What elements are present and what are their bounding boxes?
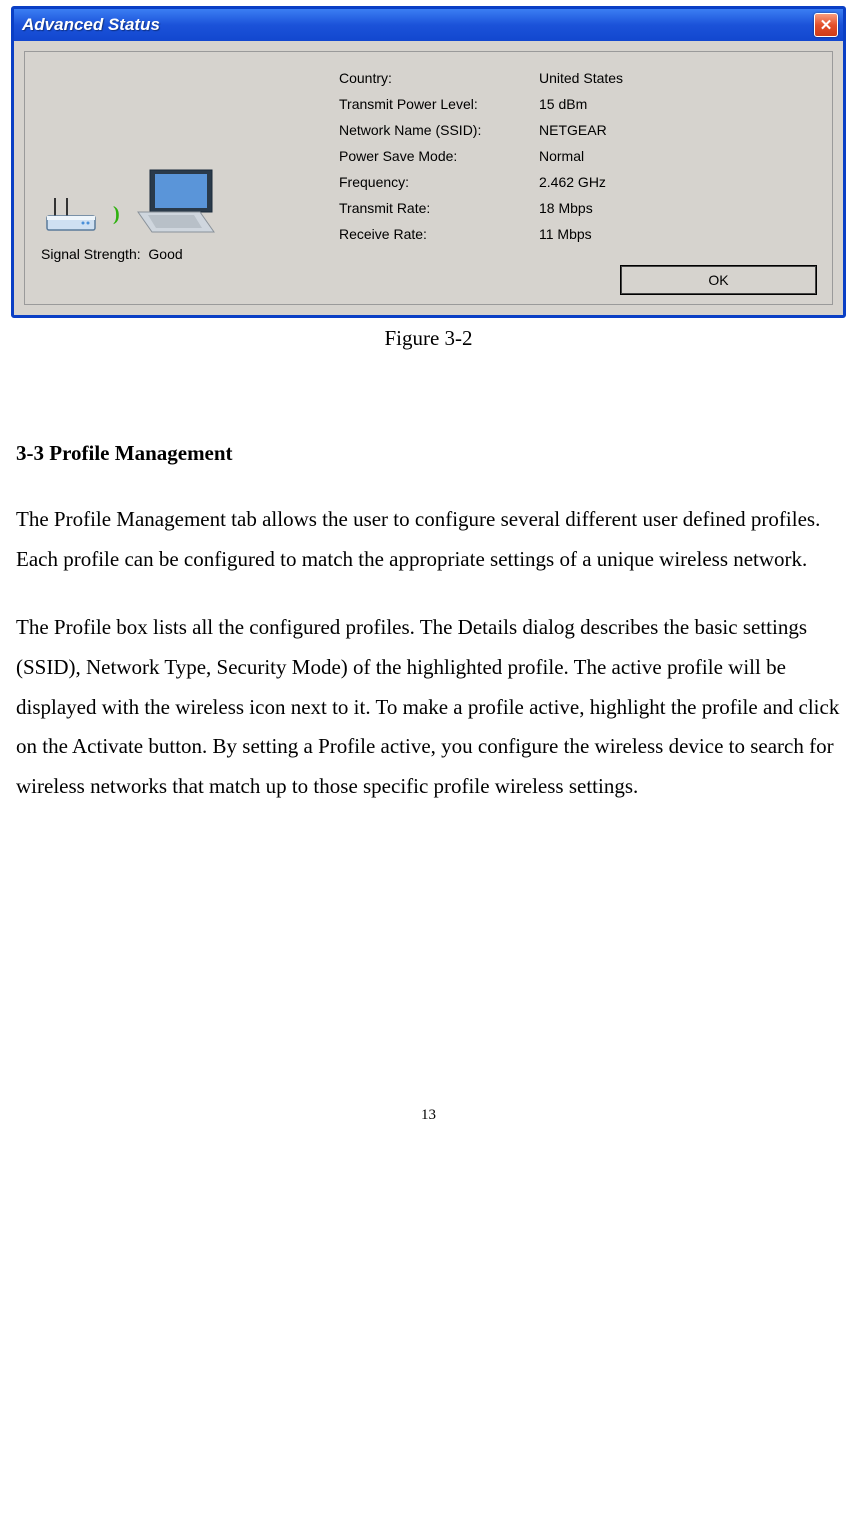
router-icon bbox=[43, 194, 103, 236]
detail-label: Transmit Power Level: bbox=[339, 96, 539, 112]
signal-arcs-icon: ) bbox=[113, 204, 120, 224]
close-icon: ✕ bbox=[820, 16, 833, 34]
detail-value: 18 Mbps bbox=[539, 200, 593, 216]
close-button[interactable]: ✕ bbox=[814, 13, 838, 37]
detail-value: United States bbox=[539, 70, 623, 86]
dialog-body: ) Signal Strength: Good bbox=[14, 41, 843, 315]
page-number: 13 bbox=[10, 1107, 847, 1124]
body-paragraph: The Profile Management tab allows the us… bbox=[16, 500, 841, 580]
inner-panel: ) Signal Strength: Good bbox=[24, 51, 833, 305]
detail-value: 11 Mbps bbox=[539, 226, 592, 242]
wireless-illustration: ) bbox=[39, 166, 319, 236]
detail-row: Power Save Mode:Normal bbox=[339, 148, 818, 164]
detail-label: Transmit Rate: bbox=[339, 200, 539, 216]
detail-label: Power Save Mode: bbox=[339, 148, 539, 164]
detail-value: Normal bbox=[539, 148, 584, 164]
detail-row: Country:United States bbox=[339, 70, 818, 86]
body-paragraph: The Profile box lists all the configured… bbox=[16, 608, 841, 807]
signal-strength-label: Signal Strength: Good bbox=[39, 246, 319, 262]
ok-button[interactable]: OK bbox=[621, 266, 816, 294]
detail-value: NETGEAR bbox=[539, 122, 607, 138]
detail-label: Receive Rate: bbox=[339, 226, 539, 242]
section-heading: 3-3 Profile Management bbox=[16, 441, 847, 466]
detail-label: Country: bbox=[339, 70, 539, 86]
detail-value: 15 dBm bbox=[539, 96, 587, 112]
figure-caption: Figure 3-2 bbox=[10, 326, 847, 351]
details-column: Country:United States Transmit Power Lev… bbox=[339, 66, 818, 252]
detail-row: Frequency:2.462 GHz bbox=[339, 174, 818, 190]
detail-value: 2.462 GHz bbox=[539, 174, 606, 190]
advanced-status-dialog: Advanced Status ✕ bbox=[11, 6, 846, 318]
detail-row: Transmit Rate:18 Mbps bbox=[339, 200, 818, 216]
detail-row: Network Name (SSID):NETGEAR bbox=[339, 122, 818, 138]
detail-row: Receive Rate:11 Mbps bbox=[339, 226, 818, 242]
detail-label: Frequency: bbox=[339, 174, 539, 190]
button-row: OK bbox=[39, 266, 818, 296]
dialog-title: Advanced Status bbox=[22, 15, 160, 35]
laptop-icon bbox=[130, 166, 220, 236]
dialog-titlebar: Advanced Status ✕ bbox=[14, 9, 843, 41]
detail-row: Transmit Power Level:15 dBm bbox=[339, 96, 818, 112]
illustration-column: ) Signal Strength: Good bbox=[39, 66, 319, 262]
detail-label: Network Name (SSID): bbox=[339, 122, 539, 138]
